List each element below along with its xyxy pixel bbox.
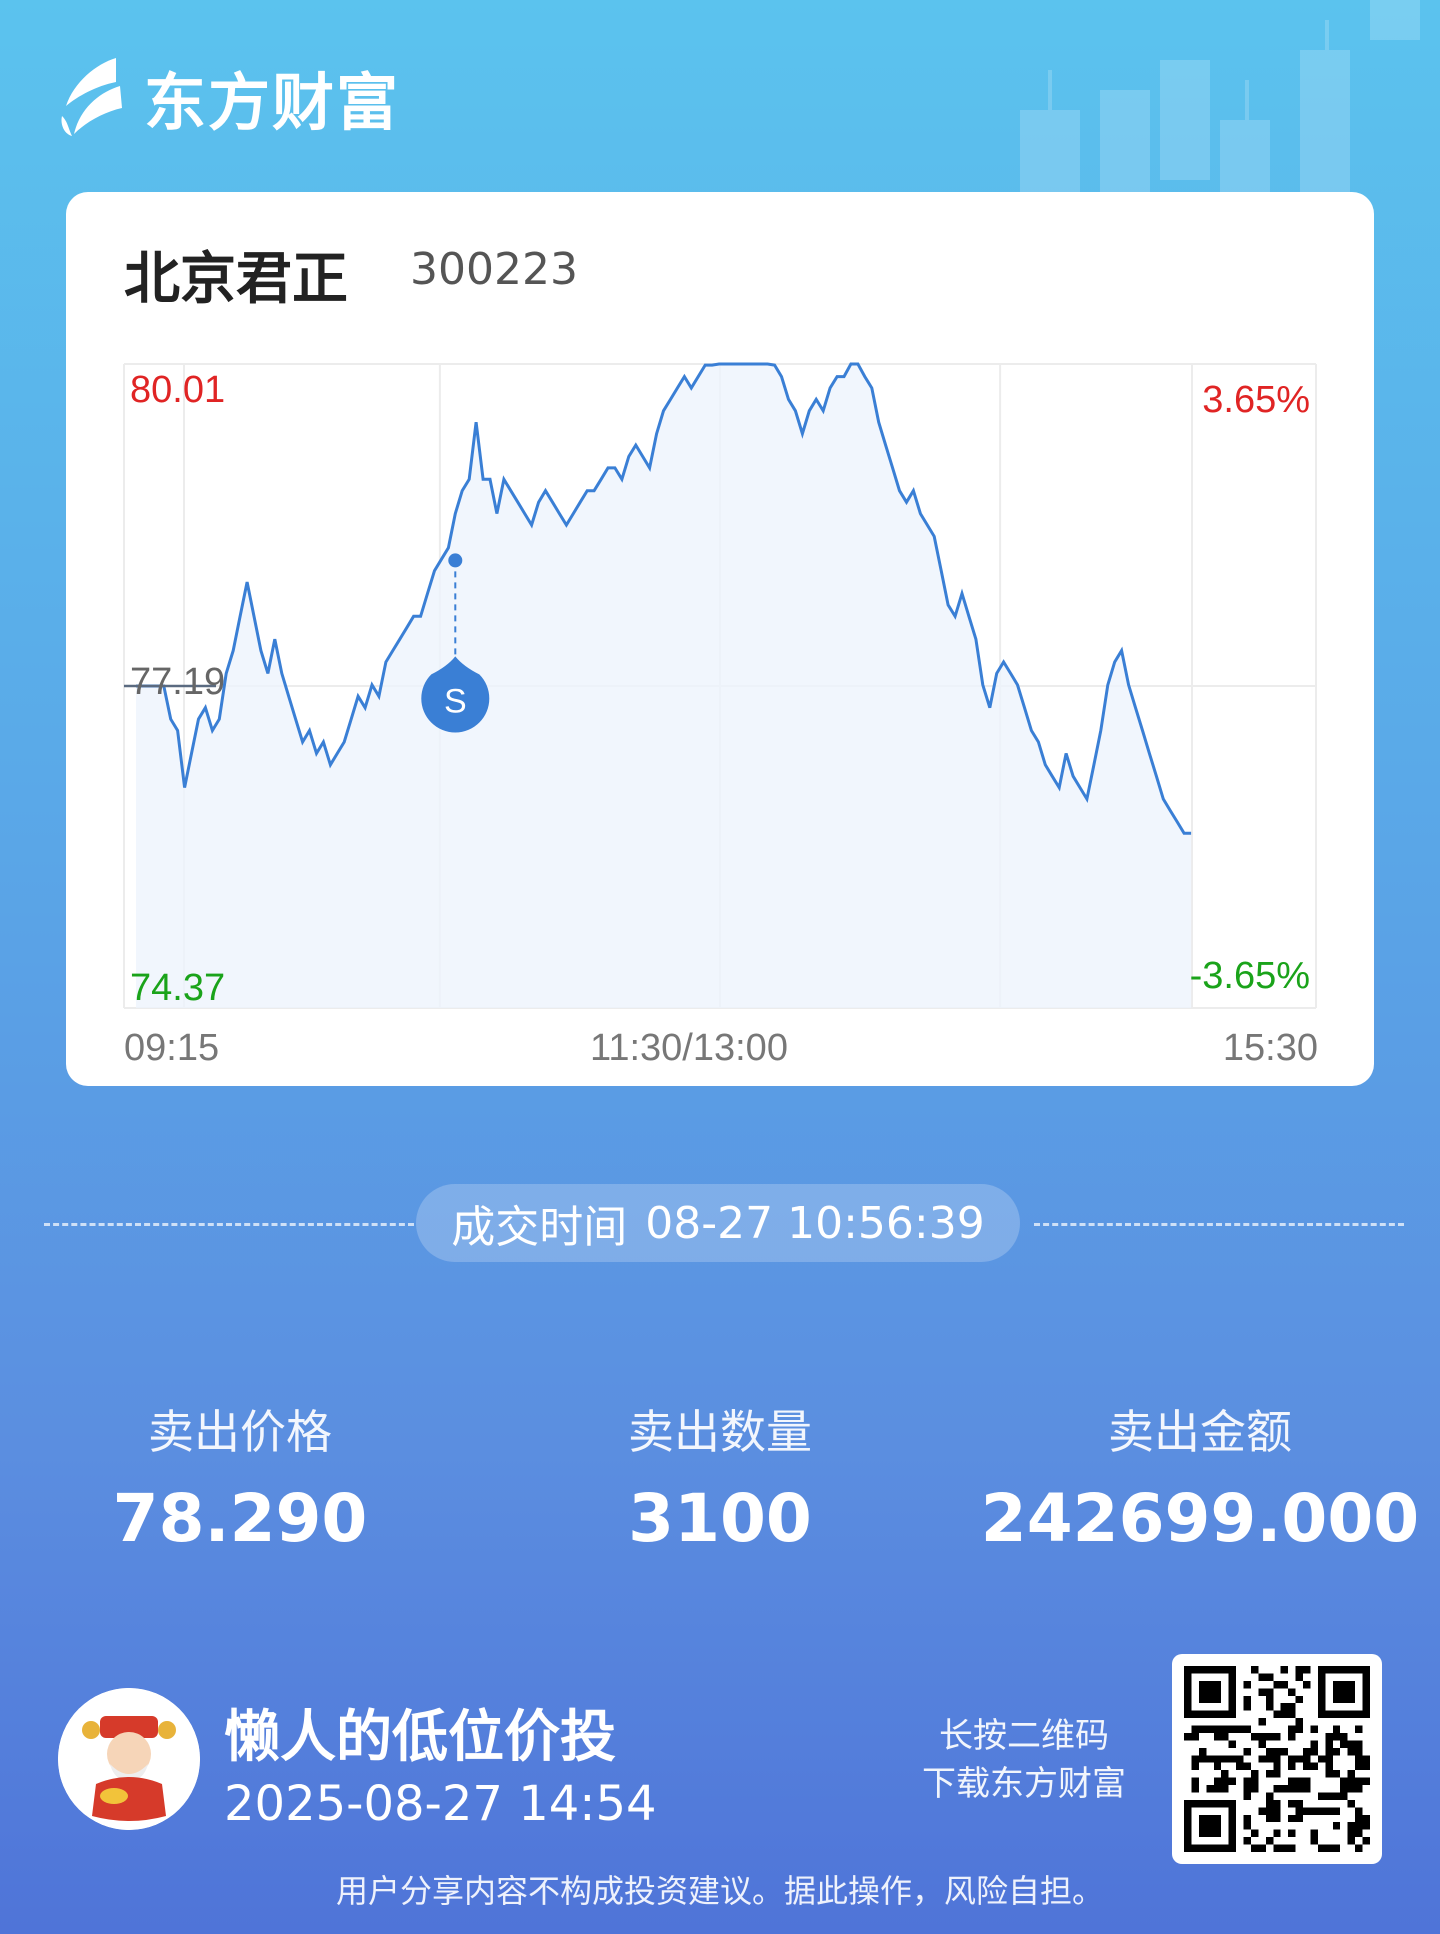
sell-marker-dot	[448, 553, 463, 568]
stat-sell-amount: 卖出金额 242699.000	[960, 1396, 1440, 1557]
stat-label: 卖出金额	[1108, 1405, 1292, 1459]
qr-hint: 长按二维码 下载东方财富	[904, 1712, 1144, 1808]
stock-chart-card[interactable]: 北京君正 300223 S 80.01 77.19 74.37 3.65% -3…	[66, 192, 1374, 1086]
y-axis-low-label: 74.37	[130, 967, 225, 1009]
disclaimer: 用户分享内容不构成投资建议。据此操作，风险自担。	[335, 1872, 1104, 1910]
trade-time-label: 成交时间	[451, 1202, 628, 1253]
stat-value: 78.290	[112, 1480, 368, 1557]
y-axis-mid-label: 77.19	[130, 661, 225, 703]
trade-time-pill: 成交时间 08-27 10:56:39	[416, 1184, 1020, 1262]
background-candles-decoration	[1020, 0, 1420, 220]
share-datetime: 2025-08-27 14:54	[224, 1776, 657, 1832]
stat-value: 3100	[628, 1480, 812, 1557]
stat-label: 卖出数量	[628, 1405, 812, 1459]
x-axis-start-label: 09:15	[124, 1027, 219, 1069]
x-axis-end-label: 15:30	[1223, 1027, 1318, 1069]
intraday-price-chart[interactable]: S 80.01 77.19 74.37 3.65% -3.65% 09:15 1…	[66, 192, 1374, 1086]
trade-stats: 卖出价格 78.290 卖出数量 3100 卖出金额 242699.000	[0, 1396, 1440, 1557]
y-axis-right-low-label: -3.65%	[1190, 955, 1310, 997]
avatar[interactable]	[58, 1688, 200, 1830]
download-qr-code[interactable]	[1172, 1654, 1382, 1864]
caishen-avatar-icon	[58, 1688, 200, 1830]
qr-code-icon	[1184, 1666, 1370, 1852]
share-footer: 懒人的低位价投 2025-08-27 14:54 长按二维码 下载东方财富	[58, 1654, 1388, 1864]
trade-time-row: 成交时间 08-27 10:56:39	[44, 1184, 1404, 1264]
stat-sell-quantity: 卖出数量 3100	[480, 1396, 960, 1557]
dashed-divider-left	[44, 1223, 414, 1226]
eastmoney-logo-icon	[61, 58, 122, 136]
username: 懒人的低位价投	[224, 1705, 616, 1770]
x-axis-mid-label: 11:30/13:00	[590, 1027, 788, 1069]
y-axis-right-high-label: 3.65%	[1202, 379, 1310, 421]
brand-name: 东方财富	[144, 66, 401, 139]
stat-sell-price: 卖出价格 78.290	[0, 1396, 480, 1557]
y-axis-high-label: 80.01	[130, 369, 225, 411]
trade-time-value: 08-27 10:56:39	[645, 1197, 985, 1249]
sell-marker-label: S	[444, 682, 467, 720]
dashed-divider-right	[1034, 1223, 1404, 1226]
qr-hint-line-2: 下载东方财富	[922, 1764, 1126, 1804]
stat-value: 242699.000	[980, 1480, 1420, 1557]
stat-label: 卖出价格	[148, 1405, 332, 1459]
brand-logo: 东方财富	[56, 52, 400, 142]
qr-hint-line-1: 长按二维码	[939, 1716, 1109, 1756]
